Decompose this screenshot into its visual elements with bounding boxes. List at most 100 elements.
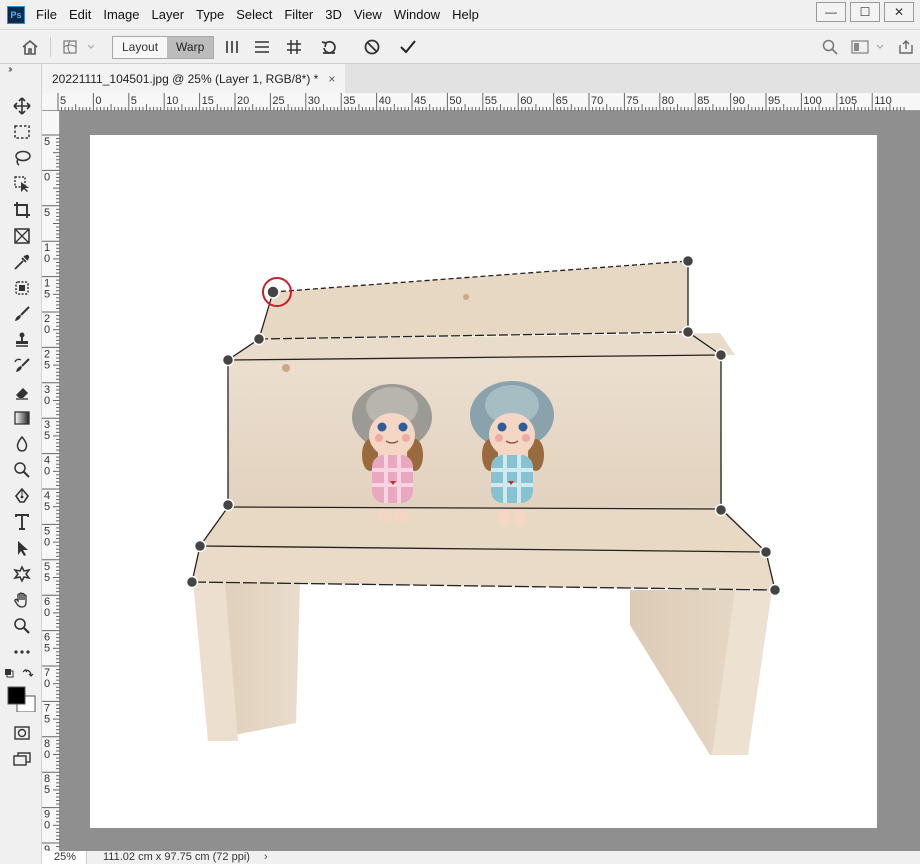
menu-filter[interactable]: Filter: [278, 0, 319, 29]
split-vertical-icon[interactable]: [221, 30, 243, 64]
maximize-button[interactable]: ☐: [850, 2, 880, 22]
ruler-label: 55: [44, 561, 50, 584]
document-tab-bar: 20221111_104501.jpg @ 25% (Layer 1, RGB/…: [42, 64, 920, 93]
ruler-horizontal-ticks: 5 0 5 10 15 20 25 30 35 40 45 50 55 60 65 70 75 80 85 90 95 1…: [57, 93, 905, 111]
tools-panel: ››: [0, 64, 42, 864]
menu-select[interactable]: Select: [230, 0, 278, 29]
home-icon[interactable]: [16, 30, 44, 64]
ruler-label: 0: [44, 171, 50, 183]
ruler-label: 25: [272, 95, 284, 107]
pen-tool-icon[interactable]: [10, 485, 34, 507]
warp-handle[interactable]: [252, 332, 266, 346]
warp-mode-button[interactable]: Warp: [167, 37, 214, 58]
ruler-label: 80: [44, 738, 50, 761]
cancel-icon[interactable]: [360, 30, 384, 64]
warp-mode-toggle: Layout Warp: [112, 36, 215, 59]
warp-tool-icon[interactable]: [60, 30, 100, 64]
menu-view[interactable]: View: [348, 0, 388, 29]
frame-tool-icon[interactable]: [10, 225, 34, 247]
ruler-label: 35: [343, 95, 355, 107]
zoom-tool-icon[interactable]: [10, 615, 34, 637]
ruler-horizontal[interactable]: 5 0 5 10 15 20 25 30 35 40 45 50 55 60 65 70 75 80 85 90 95 1…: [42, 93, 920, 111]
ruler-label: 20: [44, 313, 50, 336]
warp-handle[interactable]: [681, 325, 695, 339]
search-icon[interactable]: [818, 30, 842, 64]
ruler-vertical[interactable]: 505101520253035404550556065707580859095: [42, 111, 60, 864]
minimize-button[interactable]: —: [816, 2, 846, 22]
shape-tool-icon[interactable]: [10, 563, 34, 585]
ruler-label: 75: [44, 702, 50, 725]
menu-window[interactable]: Window: [388, 0, 446, 29]
menu-image[interactable]: Image: [97, 0, 145, 29]
brush-tool-icon[interactable]: [10, 303, 34, 325]
zoom-level-field[interactable]: 25%: [42, 851, 87, 864]
gradient-tool-icon[interactable]: [10, 407, 34, 429]
spot-healing-tool-icon[interactable]: [10, 277, 34, 299]
ruler-label: 50: [449, 95, 461, 107]
commit-icon[interactable]: [396, 30, 420, 64]
bench-top-board: [258, 261, 688, 340]
more-tools-icon[interactable]: [10, 641, 34, 663]
type-tool-icon[interactable]: [10, 511, 34, 533]
ruler-label: 85: [44, 773, 50, 796]
dodge-tool-icon[interactable]: [10, 459, 34, 481]
status-menu-arrow-icon[interactable]: ›: [264, 851, 268, 864]
lasso-tool-icon[interactable]: [10, 147, 34, 169]
workspace-icon[interactable]: [848, 30, 888, 64]
history-brush-tool-icon[interactable]: [10, 355, 34, 377]
split-horizontal-icon[interactable]: [251, 30, 273, 64]
wood-knot: [282, 364, 290, 372]
crop-tool-icon[interactable]: [10, 199, 34, 221]
ruler-label: 15: [44, 278, 50, 301]
move-tool-icon[interactable]: [10, 95, 34, 117]
warp-handle[interactable]: [714, 348, 728, 362]
ruler-label: 95: [768, 95, 780, 107]
menu-file[interactable]: File: [30, 0, 63, 29]
hand-tool-icon[interactable]: [10, 589, 34, 611]
blur-tool-icon[interactable]: [10, 433, 34, 455]
ruler-label: 15: [202, 95, 214, 107]
warp-handle[interactable]: [714, 503, 728, 517]
screen-mode-icon[interactable]: [10, 748, 34, 770]
reset-icon[interactable]: [317, 30, 341, 64]
menu-help[interactable]: Help: [446, 0, 485, 29]
ruler-label: 60: [520, 95, 532, 107]
warp-handle[interactable]: [681, 254, 695, 268]
eraser-tool-icon[interactable]: [10, 381, 34, 403]
menu-3d[interactable]: 3D: [319, 0, 348, 29]
collapse-panel-icon[interactable]: ››: [8, 64, 12, 75]
split-cross-icon[interactable]: [283, 30, 305, 64]
stamp-tool-icon[interactable]: [10, 329, 34, 351]
layout-mode-button[interactable]: Layout: [113, 37, 168, 58]
document-canvas[interactable]: [90, 135, 877, 828]
warp-handle[interactable]: [221, 498, 235, 512]
ruler-label: 40: [379, 95, 391, 107]
close-button[interactable]: ✕: [884, 2, 914, 22]
object-select-tool-icon[interactable]: [10, 173, 34, 195]
ruler-label: 90: [44, 809, 50, 832]
menu-layer[interactable]: Layer: [146, 0, 191, 29]
share-icon[interactable]: [894, 30, 918, 64]
options-bar: Layout Warp: [0, 29, 920, 64]
color-swatches-icon[interactable]: [5, 668, 39, 713]
path-select-tool-icon[interactable]: [10, 537, 34, 559]
tab-close-icon[interactable]: ×: [328, 72, 335, 86]
warp-handle[interactable]: [185, 575, 199, 589]
document-tab[interactable]: 20221111_104501.jpg @ 25% (Layer 1, RGB/…: [42, 64, 346, 93]
eyedropper-tool-icon[interactable]: [10, 251, 34, 273]
ruler-label: 10: [44, 242, 50, 265]
menu-type[interactable]: Type: [190, 0, 230, 29]
warp-handle[interactable]: [768, 583, 782, 597]
ruler-label: 75: [626, 95, 638, 107]
warp-handle[interactable]: [193, 539, 207, 553]
document-tab-title: 20221111_104501.jpg @ 25% (Layer 1, RGB/…: [52, 71, 319, 86]
menu-edit[interactable]: Edit: [63, 0, 97, 29]
ruler-label: 30: [44, 384, 50, 407]
warp-handle[interactable]: [759, 545, 773, 559]
quick-mask-icon[interactable]: [10, 722, 34, 744]
marquee-tool-icon[interactable]: [10, 121, 34, 143]
ruler-label: 70: [591, 95, 603, 107]
ruler-label: 45: [44, 490, 50, 513]
warp-handle[interactable]: [221, 353, 235, 367]
window-controls: — ☐ ✕: [816, 2, 914, 22]
